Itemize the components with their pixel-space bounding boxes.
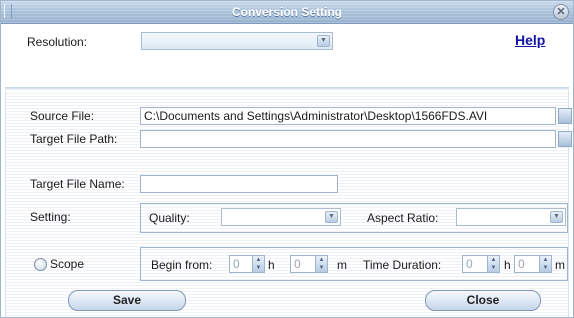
begin-minutes-unit: m xyxy=(337,258,347,272)
source-file-field[interactable]: C:\Documents and Settings\Administrator\… xyxy=(140,107,556,125)
help-link[interactable]: Help xyxy=(515,32,545,48)
duration-minutes-value: 0 xyxy=(518,257,525,271)
settings-panel: Source File: C:\Documents and Settings\A… xyxy=(5,91,572,317)
save-button[interactable]: Save xyxy=(68,290,186,311)
scope-label: Scope xyxy=(50,257,85,271)
target-path-label: Target File Path: xyxy=(30,132,118,146)
spin-arrows-icon[interactable]: ▲ ▼ xyxy=(487,256,499,272)
begin-minutes-stepper[interactable]: 0 ▲ ▼ xyxy=(290,255,328,273)
spin-arrows-icon[interactable]: ▲ ▼ xyxy=(315,256,327,272)
section-divider xyxy=(5,87,569,90)
target-name-field[interactable] xyxy=(140,175,338,193)
duration-hours-value: 0 xyxy=(466,257,473,271)
target-name-label: Target File Name: xyxy=(30,177,125,191)
time-duration-label: Time Duration: xyxy=(363,258,442,272)
resolution-panel: Resolution: ▼ Help xyxy=(5,25,569,84)
aspect-ratio-select[interactable]: ▼ xyxy=(456,208,566,226)
quality-label: Quality: xyxy=(149,211,190,225)
quality-select[interactable]: ▼ xyxy=(221,208,341,226)
begin-hours-stepper[interactable]: 0 ▲ ▼ xyxy=(229,255,265,273)
setting-label: Setting: xyxy=(30,210,71,224)
target-path-field[interactable] xyxy=(140,130,556,148)
source-file-label: Source File: xyxy=(30,109,95,123)
begin-hours-unit: h xyxy=(268,258,275,272)
begin-hours-value: 0 xyxy=(233,257,240,271)
source-browse-button[interactable] xyxy=(558,108,572,124)
scope-radio[interactable] xyxy=(34,258,47,271)
chevron-down-icon[interactable]: ▼ xyxy=(317,35,330,47)
scope-group: Begin from: 0 ▲ ▼ h 0 ▲ ▼ m Time Duration:… xyxy=(140,247,568,281)
duration-hours-unit: h xyxy=(504,258,511,272)
duration-minutes-stepper[interactable]: 0 ▲ ▼ xyxy=(514,255,552,273)
spin-arrows-icon[interactable]: ▲ ▼ xyxy=(539,256,551,272)
conversion-setting-dialog: Conversion Setting ✕ Resolution: ▼ Help … xyxy=(0,0,574,318)
chevron-down-icon[interactable]: ▼ xyxy=(550,211,563,223)
title-bar[interactable]: Conversion Setting ✕ xyxy=(1,1,573,24)
resolution-label: Resolution: xyxy=(27,35,88,49)
spin-arrows-icon[interactable]: ▲ ▼ xyxy=(252,256,264,272)
aspect-ratio-label: Aspect Ratio: xyxy=(367,211,439,225)
close-icon[interactable]: ✕ xyxy=(553,4,569,20)
close-button[interactable]: Close xyxy=(425,290,541,311)
window-title: Conversion Setting xyxy=(231,5,342,19)
begin-minutes-value: 0 xyxy=(294,257,301,271)
chevron-down-icon[interactable]: ▼ xyxy=(325,211,338,223)
duration-minutes-unit: m xyxy=(555,258,565,272)
duration-hours-stepper[interactable]: 0 ▲ ▼ xyxy=(462,255,500,273)
begin-from-label: Begin from: xyxy=(151,258,213,272)
setting-group: Quality: ▼ Aspect Ratio: ▼ xyxy=(140,203,568,233)
resolution-select[interactable]: ▼ xyxy=(141,32,333,50)
target-path-browse-button[interactable] xyxy=(558,131,572,147)
